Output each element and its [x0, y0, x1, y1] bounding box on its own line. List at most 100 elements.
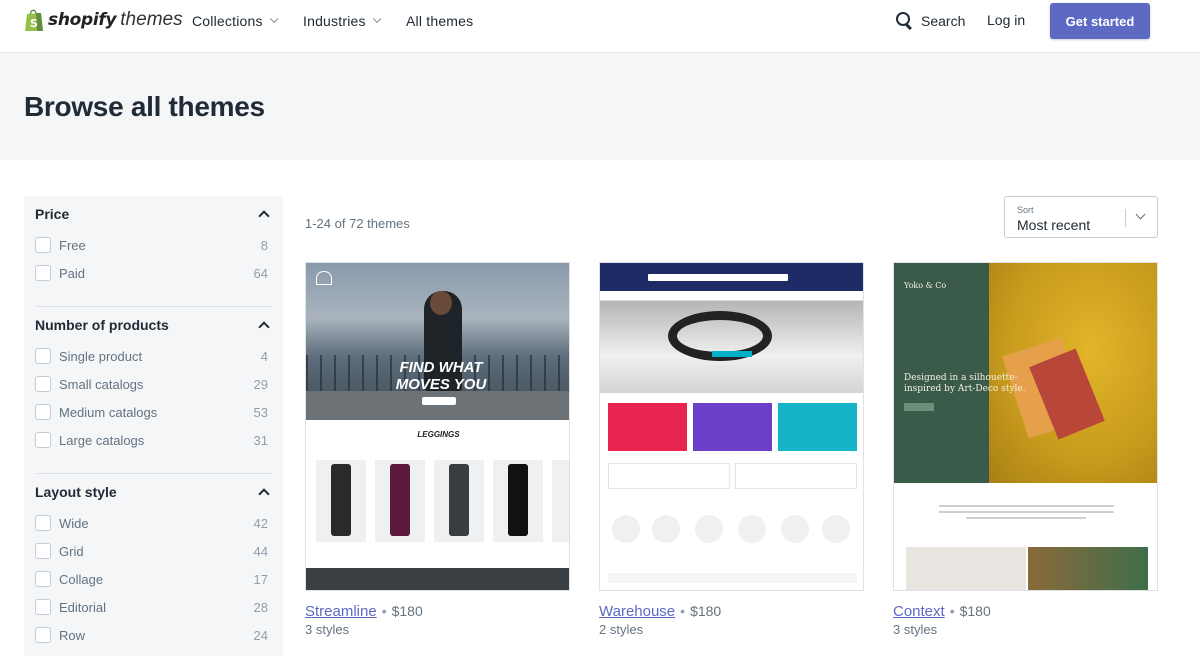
preview-category — [781, 515, 809, 543]
filter-option-label: Grid — [59, 543, 84, 559]
preview-text-line — [939, 511, 1114, 513]
checkbox[interactable] — [35, 237, 51, 253]
checkbox[interactable] — [35, 627, 51, 643]
theme-name-link[interactable]: Warehouse — [599, 603, 675, 620]
filter-title: Number of products — [35, 317, 169, 333]
theme-card-info: Streamline • $180 3 styles — [305, 603, 570, 637]
filter-header-layout-style[interactable]: Layout style — [35, 484, 272, 506]
preview-category — [738, 515, 766, 543]
filter-option-count: 29 — [253, 376, 268, 392]
preview-brands-row — [608, 573, 857, 583]
checkbox[interactable] — [35, 404, 51, 420]
preview-category — [822, 515, 850, 543]
preview-nav — [600, 291, 863, 301]
nav-industries-label: Industries — [303, 13, 366, 29]
preview-product-image — [1028, 547, 1148, 590]
filter-option-row[interactable]: Row 24 — [35, 621, 272, 649]
theme-name-link[interactable]: Context — [893, 603, 945, 620]
filter-option-label: Editorial — [59, 599, 106, 615]
results-count: 1-24 of 72 themes — [305, 216, 410, 231]
checkbox[interactable] — [35, 265, 51, 281]
theme-price: $180 — [959, 603, 991, 619]
checkbox[interactable] — [35, 599, 51, 615]
checkbox[interactable] — [35, 376, 51, 392]
preview-info-row — [608, 463, 857, 489]
nav-all-themes-label: All themes — [406, 13, 474, 29]
nav-all-themes[interactable]: All themes — [406, 0, 473, 42]
separator-dot: • — [949, 603, 955, 619]
preview-shop-button — [904, 403, 934, 411]
filter-option-label: Large catalogs — [59, 432, 145, 448]
filter-option-label: Free — [59, 237, 86, 253]
lotus-logo-icon — [316, 271, 332, 285]
preview-info-box — [735, 463, 857, 489]
page-hero: Browse all themes — [0, 53, 1200, 160]
filter-option-count: 42 — [253, 515, 268, 531]
filter-option-large-catalogs[interactable]: Large catalogs 31 — [35, 426, 272, 454]
nav-industries[interactable]: Industries — [303, 0, 382, 42]
filter-header-number-of-products[interactable]: Number of products — [35, 317, 272, 339]
preview-deck — [306, 391, 569, 420]
filter-option-medium-catalogs[interactable]: Medium catalogs 53 — [35, 398, 272, 426]
theme-preview-image[interactable]: FIND WHAT MOVES YOU LEGGINGS — [305, 262, 570, 591]
get-started-button[interactable]: Get started — [1050, 3, 1150, 39]
theme-name-link[interactable]: Streamline — [305, 603, 377, 620]
theme-card-context[interactable]: Yoko & Co Designed in a silhouette-inspi… — [893, 262, 1158, 637]
preview-text-line — [966, 517, 1086, 519]
theme-preview-image[interactable] — [599, 262, 864, 591]
login-link[interactable]: Log in — [987, 12, 1025, 28]
theme-card-streamline[interactable]: FIND WHAT MOVES YOU LEGGINGS Streamline •… — [305, 262, 570, 637]
checkbox[interactable] — [35, 543, 51, 559]
filter-option-label: Wide — [59, 515, 89, 531]
filter-option-count: 17 — [253, 571, 268, 587]
preview-footer-photo — [306, 568, 569, 590]
filter-option-count: 8 — [260, 237, 268, 253]
filter-option-count: 28 — [253, 599, 268, 615]
shopify-themes-logo[interactable]: S shopify themes — [24, 8, 183, 32]
filter-option-grid[interactable]: Grid 44 — [35, 537, 272, 565]
filter-header-price[interactable]: Price — [35, 206, 272, 228]
preview-header-bar — [600, 263, 863, 291]
sort-select[interactable]: Sort Most recent — [1004, 196, 1158, 238]
preview-shop-button — [422, 397, 456, 405]
filter-option-label: Single product — [59, 348, 143, 364]
filter-option-free[interactable]: Free 8 — [35, 231, 272, 259]
filter-option-editorial[interactable]: Editorial 28 — [35, 593, 272, 621]
logo-suffix-text: themes — [120, 9, 183, 30]
theme-card-info: Context • $180 3 styles — [893, 603, 1158, 637]
theme-card-info: Warehouse • $180 2 styles — [599, 603, 864, 637]
checkbox[interactable] — [35, 515, 51, 531]
preview-promo-tile — [778, 403, 857, 451]
theme-card-warehouse[interactable]: Warehouse • $180 2 styles — [599, 262, 864, 637]
nav-collections[interactable]: Collections — [192, 0, 279, 42]
filter-option-single-product[interactable]: Single product 4 — [35, 342, 272, 370]
logo-brand-text: shopify — [48, 10, 117, 30]
checkbox[interactable] — [35, 432, 51, 448]
theme-preview-image[interactable]: Yoko & Co Designed in a silhouette-inspi… — [893, 262, 1158, 591]
filter-option-wide[interactable]: Wide 42 — [35, 509, 272, 537]
preview-product-image — [906, 547, 1026, 590]
filter-option-label: Paid — [59, 265, 86, 281]
filter-option-collage[interactable]: Collage 17 — [35, 565, 272, 593]
leggings-image — [331, 464, 351, 536]
leggings-image — [390, 464, 410, 536]
search-button[interactable]: Search — [896, 12, 965, 29]
chevron-up-icon[interactable] — [258, 488, 270, 500]
filter-option-count: 64 — [253, 265, 268, 281]
sort-divider — [1125, 209, 1126, 227]
preview-brand-name: Yoko & Co — [904, 281, 947, 290]
filter-option-count: 24 — [253, 627, 268, 643]
theme-price: $180 — [391, 603, 423, 619]
chevron-up-icon[interactable] — [258, 321, 270, 333]
preview-product — [316, 460, 366, 542]
filter-option-label: Small catalogs — [59, 376, 144, 392]
chevron-down-icon — [269, 14, 279, 24]
chevron-up-icon[interactable] — [258, 210, 270, 222]
checkbox[interactable] — [35, 571, 51, 587]
preview-hero-text: FIND WHAT MOVES YOU — [395, 359, 487, 393]
filter-option-paid[interactable]: Paid 64 — [35, 259, 272, 287]
chevron-down-icon — [372, 14, 382, 24]
filter-option-small-catalogs[interactable]: Small catalogs 29 — [35, 370, 272, 398]
checkbox[interactable] — [35, 348, 51, 364]
filter-sidebar: Price Free 8 Paid 64 Number of products … — [24, 196, 283, 656]
